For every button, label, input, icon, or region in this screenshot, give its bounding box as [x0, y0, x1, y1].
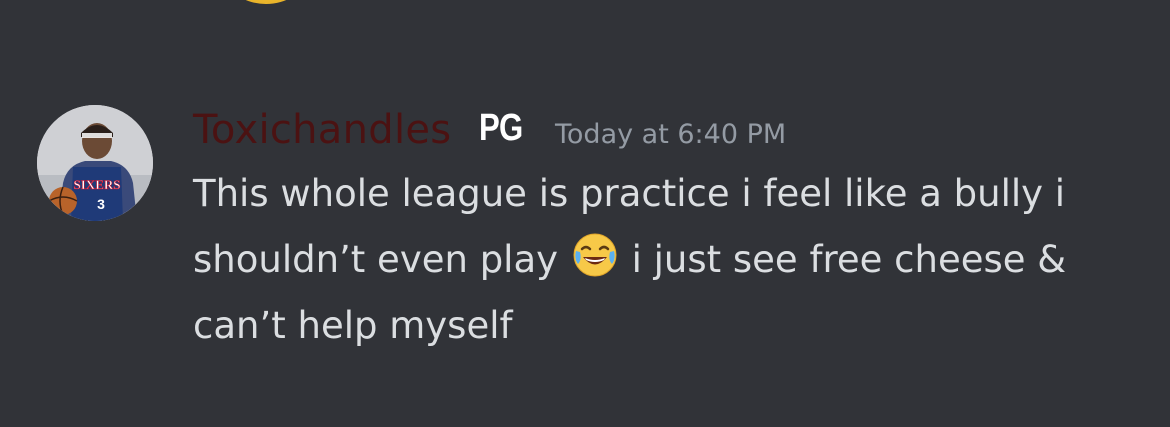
author-username[interactable]: Toxichandles — [193, 104, 451, 156]
chat-message: SIXERS 3 Toxichandles PG Today at 6:40 P… — [0, 0, 1170, 427]
message-line: shouldn’t even play i just see free chee… — [193, 227, 1153, 293]
basketball-player-avatar-image: SIXERS 3 — [37, 105, 153, 221]
message-timestamp[interactable]: Today at 6:40 PM — [555, 109, 786, 161]
message-text-fragment: i just see free cheese & — [631, 238, 1067, 281]
jersey-number: 3 — [97, 196, 105, 212]
message-line: This whole league is practice i feel lik… — [193, 172, 1066, 215]
jersey-text: SIXERS — [74, 177, 121, 192]
message-content: This whole league is practice i feel lik… — [193, 161, 1153, 359]
server-tag[interactable]: PG — [479, 102, 523, 154]
message-text-fragment: shouldn’t even play — [193, 238, 559, 281]
message-line: can’t help myself — [193, 304, 513, 347]
avatar[interactable]: SIXERS 3 — [37, 105, 153, 221]
joy-emoji-icon[interactable] — [572, 232, 618, 278]
